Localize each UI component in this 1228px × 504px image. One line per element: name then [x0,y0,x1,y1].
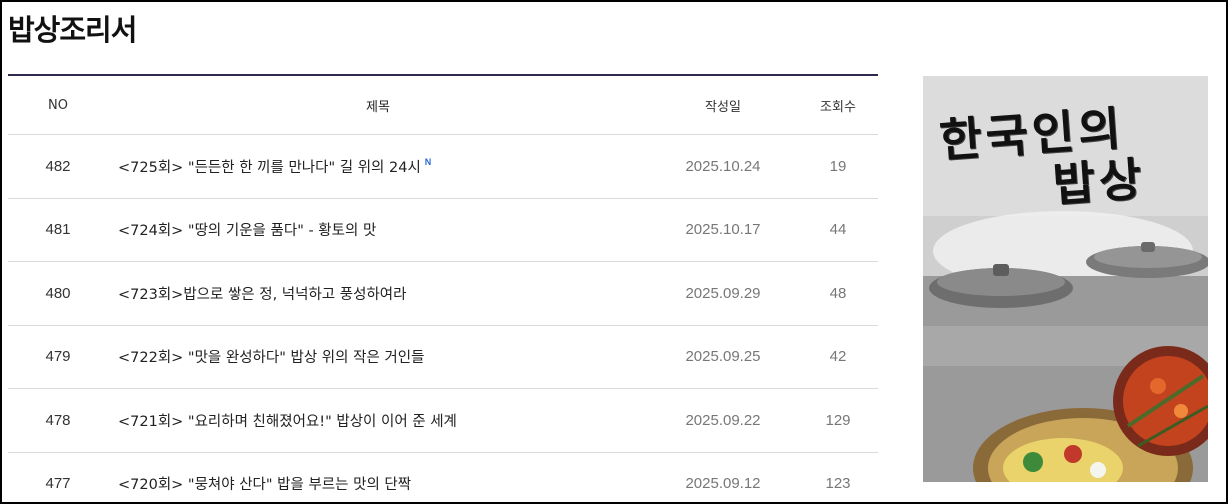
post-title-link[interactable]: <722회> "맛을 완성하다" 밥상 위의 작은 거인들 [118,350,424,366]
row-number: 482 [45,157,71,175]
row-views: 129 [825,411,851,429]
row-title-cell: <723회>밥으로 쌓은 정, 넉넉하고 풍성하여라 [108,283,648,304]
row-date: 2025.09.22 [685,411,761,429]
board-table: NO 제목 작성일 조회수 482 <725회> "든든한 한 끼를 만나다" 길… [8,74,878,503]
post-title-link[interactable]: <721회> "요리하며 친해졌어요!" 밥상이 이어 준 세계 [118,414,457,430]
program-poster: 한국인의 밥상 [923,76,1208,482]
header-no: NO [48,97,68,113]
poster-logo: 한국인의 밥상 [938,97,1195,218]
row-views: 48 [829,284,847,302]
row-title-cell: <721회> "요리하며 친해졌어요!" 밥상이 이어 준 세계 [108,410,648,431]
table-row[interactable]: 479 <722회> "맛을 완성하다" 밥상 위의 작은 거인들 2025.09.… [8,326,878,389]
row-title-cell: <722회> "맛을 완성하다" 밥상 위의 작은 거인들 [108,346,648,367]
table-header: NO 제목 작성일 조회수 [8,76,878,135]
table-row[interactable]: 477 <720회> "뭉쳐야 산다" 밥을 부르는 맛의 단짝 2025.09.1… [8,453,878,503]
row-title-cell: <725회> "든든한 한 끼를 만나다" 길 위의 24시 N [108,156,648,177]
page-title: 밥상조리서 [8,13,137,47]
row-date: 2025.10.17 [685,221,761,239]
row-title-cell: <724회> "땅의 기운을 품다" - 황토의 맛 [108,219,648,240]
table-row[interactable]: 480 <723회>밥으로 쌓은 정, 넉넉하고 풍성하여라 2025.09.29 4… [8,262,878,326]
page-frame: 밥상조리서 NO 제목 작성일 조회수 482 <725회> "든든한 한 끼를 … [0,0,1228,504]
table-body: 482 <725회> "든든한 한 끼를 만나다" 길 위의 24시 N 2025.1… [8,135,878,503]
row-number: 480 [45,284,71,302]
row-date: 2025.09.12 [685,475,761,493]
header-views: 조회수 [820,99,856,115]
post-title-link[interactable]: <724회> "땅의 기운을 품다" - 황토의 맛 [118,223,376,239]
row-date: 2025.10.24 [685,157,761,175]
header-date: 작성일 [705,99,741,115]
post-title-link[interactable]: <725회> "든든한 한 끼를 만나다" 길 위의 24시 [118,160,421,176]
table-row[interactable]: 482 <725회> "든든한 한 끼를 만나다" 길 위의 24시 N 2025.1… [8,135,878,199]
row-number: 478 [45,411,71,429]
row-views: 123 [825,475,851,493]
row-views: 42 [829,348,847,366]
new-badge-icon: N [424,156,432,167]
row-number: 477 [45,475,71,493]
row-number: 481 [45,221,71,239]
row-views: 44 [829,221,847,239]
post-title-link[interactable]: <723회>밥으로 쌓은 정, 넉넉하고 풍성하여라 [118,287,406,303]
row-date: 2025.09.25 [685,348,761,366]
table-row[interactable]: 481 <724회> "땅의 기운을 품다" - 황토의 맛 2025.10.17 4… [8,199,878,262]
table-row[interactable]: 478 <721회> "요리하며 친해졌어요!" 밥상이 이어 준 세계 2025.… [8,389,878,453]
header-title: 제목 [366,99,390,115]
row-title-cell: <720회> "뭉쳐야 산다" 밥을 부르는 맛의 단짝 [108,473,648,494]
post-title-link[interactable]: <720회> "뭉쳐야 산다" 밥을 부르는 맛의 단짝 [118,477,411,493]
row-date: 2025.09.29 [685,284,761,302]
row-views: 19 [829,157,847,175]
row-number: 479 [45,348,71,366]
